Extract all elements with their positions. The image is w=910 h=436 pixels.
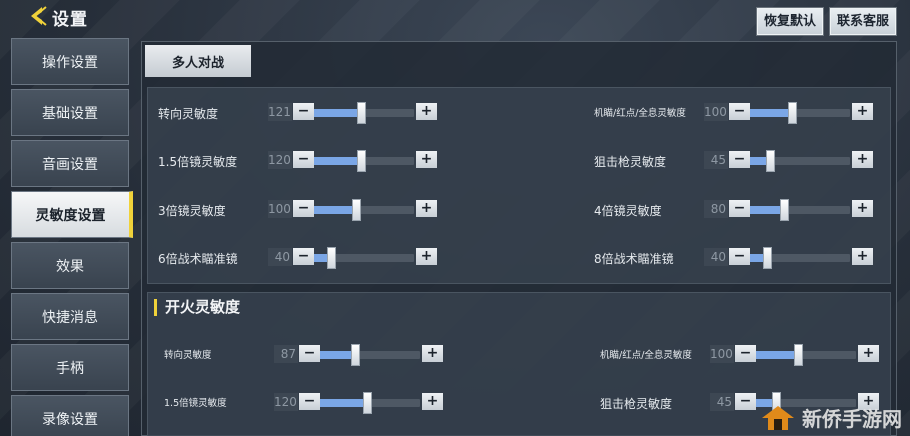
increase-button[interactable]: + [416,200,437,217]
sensitivity-slider[interactable] [314,247,414,269]
sidebar: 操作设置 基础设置 音画设置 灵敏度设置 效果 快捷消息 手柄 录像设置 [11,38,133,436]
sensitivity-slider[interactable] [756,344,856,366]
sensitivity-slider[interactable] [750,247,850,269]
sensitivity-slider[interactable] [320,392,420,414]
watermark-logo-icon [762,406,794,430]
tab-multiplayer[interactable]: 多人对战 [145,45,251,77]
sensitivity-label: 6倍战术瞄准镜 [158,252,238,266]
slider-thumb[interactable] [351,344,360,366]
sensitivity-label: 机瞄/红点/全息灵敏度 [600,350,692,361]
sidebar-item-effects[interactable]: 效果 [11,242,129,289]
sensitivity-slider[interactable] [750,102,850,124]
reset-default-button[interactable]: 恢复默认 [757,8,824,35]
sensitivity-slider[interactable] [750,150,850,172]
slider-fill [314,157,361,165]
sensitivity-value: 100 [268,200,292,218]
sensitivity-value: 40 [704,248,728,266]
sensitivity-label: 1.5倍镜灵敏度 [164,398,227,409]
watermark-text: 新侨手游网 [802,406,902,431]
contact-support-button[interactable]: 联系客服 [830,8,897,35]
sensitivity-value: 40 [268,248,292,266]
increase-button[interactable]: + [416,103,437,120]
slider-fill [320,351,355,359]
sensitivity-value: 45 [704,151,728,169]
decrease-button[interactable]: − [293,200,314,217]
sidebar-item-quick-messages[interactable]: 快捷消息 [11,293,129,340]
sensitivity-value: 121 [268,103,292,121]
back-arrow-icon[interactable] [26,4,50,28]
increase-button[interactable]: + [422,393,443,410]
sensitivity-label: 狙击枪灵敏度 [594,155,667,169]
sensitivity-value: 100 [704,103,728,121]
increase-button[interactable]: + [422,345,443,362]
slider-thumb[interactable] [780,199,789,221]
increase-button[interactable]: + [852,200,873,217]
decrease-button[interactable]: − [299,345,320,362]
sidebar-item-audio-video[interactable]: 音画设置 [11,140,129,187]
sidebar-item-recording[interactable]: 录像设置 [11,395,129,436]
sidebar-item-sensitivity[interactable]: 灵敏度设置 [11,191,133,238]
slider-thumb[interactable] [763,247,772,269]
slider-fill [320,399,367,407]
sensitivity-label: 狙击枪灵敏度 [600,397,673,411]
decrease-button[interactable]: − [729,248,750,265]
slider-thumb[interactable] [352,199,361,221]
sensitivity-label: 转向灵敏度 [164,350,212,361]
decrease-button[interactable]: − [735,345,756,362]
sidebar-item-operation[interactable]: 操作设置 [11,38,129,85]
decrease-button[interactable]: − [729,200,750,217]
sidebar-item-basic[interactable]: 基础设置 [11,89,129,136]
sidebar-item-controller[interactable]: 手柄 [11,344,129,391]
slider-fill [756,351,798,359]
sensitivity-label: 转向灵敏度 [158,107,219,121]
camera-sensitivity-section: 转向灵敏度 121− +1.5倍镜灵敏度 120− +3倍镜灵敏度 100− +6倍战术瞄准… [147,87,891,284]
page-title: 设置 [52,10,88,30]
slider-thumb[interactable] [327,247,336,269]
decrease-button[interactable]: − [735,393,756,410]
sensitivity-label: 1.5倍镜灵敏度 [158,155,238,169]
slider-thumb[interactable] [766,150,775,172]
sensitivity-value: 100 [710,345,734,363]
increase-button[interactable]: + [852,248,873,265]
increase-button[interactable]: + [852,103,873,120]
section-title: 开火灵敏度 [154,299,240,316]
sensitivity-value: 120 [268,151,292,169]
sensitivity-label: 3倍镜灵敏度 [158,204,226,218]
slider-fill [750,206,784,214]
increase-button[interactable]: + [852,151,873,168]
decrease-button[interactable]: − [293,103,314,120]
sensitivity-value: 87 [274,345,298,363]
sensitivity-slider[interactable] [314,199,414,221]
decrease-button[interactable]: − [729,103,750,120]
increase-button[interactable]: + [416,248,437,265]
decrease-button[interactable]: − [293,151,314,168]
increase-button[interactable]: + [858,345,879,362]
decrease-button[interactable]: − [293,248,314,265]
slider-thumb[interactable] [357,150,366,172]
slider-fill [750,109,792,117]
sensitivity-label: 8倍战术瞄准镜 [594,252,674,266]
sensitivity-slider[interactable] [314,150,414,172]
sensitivity-slider[interactable] [320,344,420,366]
slider-thumb[interactable] [357,102,366,124]
slider-fill [314,109,361,117]
increase-button[interactable]: + [416,151,437,168]
slider-fill [314,206,356,214]
decrease-button[interactable]: − [729,151,750,168]
sensitivity-slider[interactable] [314,102,414,124]
sensitivity-label: 4倍镜灵敏度 [594,204,662,218]
decrease-button[interactable]: − [299,393,320,410]
sensitivity-label: 机瞄/红点/全息灵敏度 [594,108,686,119]
sensitivity-slider[interactable] [750,199,850,221]
slider-thumb[interactable] [363,392,372,414]
sensitivity-value: 120 [274,393,298,411]
settings-panel: 多人对战 转向灵敏度 121− +1.5倍镜灵敏度 120− +3倍镜灵敏度 100− +6… [141,41,897,436]
slider-thumb[interactable] [788,102,797,124]
watermark: 新侨手游网 [758,402,902,432]
sensitivity-value: 80 [704,200,728,218]
sensitivity-value: 45 [710,393,734,411]
slider-thumb[interactable] [794,344,803,366]
